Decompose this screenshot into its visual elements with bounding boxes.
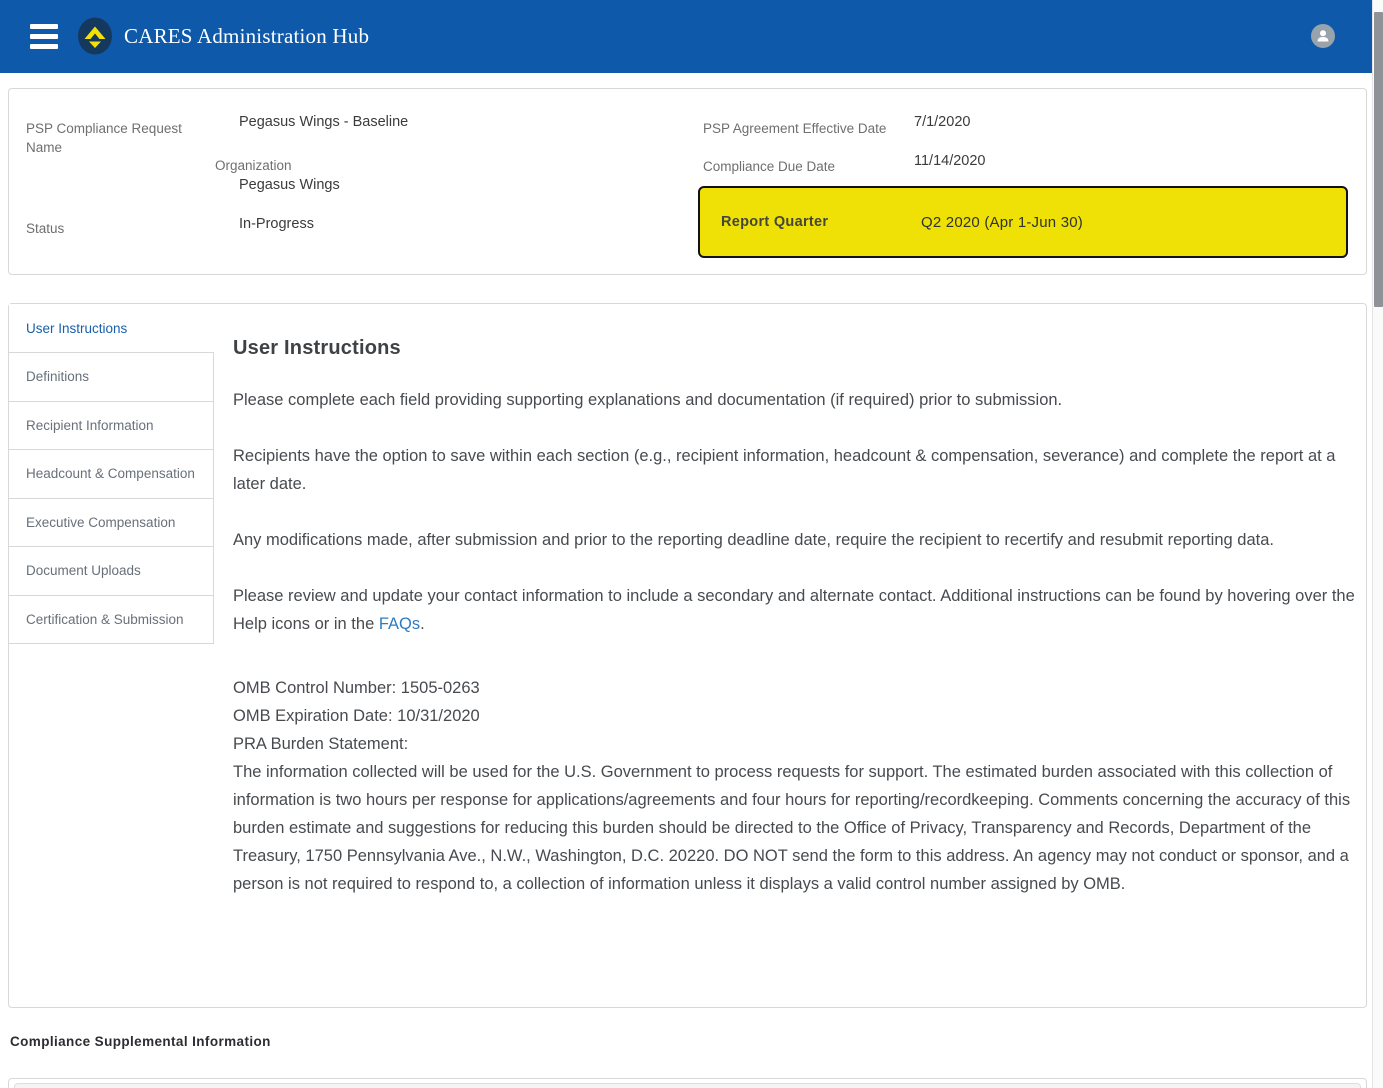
- effective-date-value: 7/1/2020: [914, 114, 970, 130]
- report-quarter-value: Q2 2020 (Apr 1-Jun 30): [921, 188, 1083, 256]
- instruction-paragraph: Any modifications made, after submission…: [233, 526, 1357, 554]
- app-header: CARES Administration Hub: [0, 0, 1383, 73]
- vertical-scrollbar-track[interactable]: [1372, 0, 1383, 1088]
- compliance-summary-panel: PSP Compliance Request Name Pegasus Wing…: [8, 88, 1367, 275]
- contact-sentence-period: .: [420, 615, 425, 633]
- faqs-link[interactable]: FAQs: [379, 615, 420, 633]
- report-quarter-highlight-box: Report Quarter Q2 2020 (Apr 1-Jun 30): [698, 186, 1348, 258]
- status-value: In-Progress: [239, 216, 314, 232]
- organization-label: Organization: [215, 156, 292, 175]
- section-tab-list: User Instructions Definitions Recipient …: [9, 304, 214, 644]
- compliance-supplemental-info-panel: [8, 1078, 1367, 1088]
- psp-request-name-label: PSP Compliance Request Name: [26, 119, 191, 157]
- due-date-label: Compliance Due Date: [703, 157, 835, 176]
- tab-document-uploads[interactable]: Document Uploads: [9, 547, 214, 596]
- user-avatar-icon[interactable]: [1311, 24, 1335, 48]
- supplemental-section-header-bar[interactable]: [14, 1083, 1361, 1088]
- vertical-scrollbar-thumb[interactable]: [1374, 12, 1383, 307]
- instruction-paragraph: Recipients have the option to save withi…: [233, 442, 1357, 498]
- status-label: Status: [26, 219, 64, 238]
- instruction-paragraph: Please complete each field providing sup…: [233, 386, 1357, 414]
- pra-burden-heading: PRA Burden Statement:: [233, 735, 408, 753]
- psp-request-name-value: Pegasus Wings - Baseline: [239, 114, 408, 130]
- tab-recipient-information[interactable]: Recipient Information: [9, 402, 214, 451]
- contact-instruction-paragraph: Please review and update your contact in…: [233, 582, 1357, 638]
- cares-logo-icon: [76, 17, 114, 55]
- app-title: CARES Administration Hub: [124, 0, 369, 73]
- content-heading: User Instructions: [233, 337, 1357, 360]
- organization-value: Pegasus Wings: [239, 177, 340, 193]
- report-sections-panel: User Instructions Definitions Recipient …: [8, 303, 1367, 1008]
- tab-executive-compensation[interactable]: Executive Compensation: [9, 499, 214, 548]
- report-quarter-label: Report Quarter: [721, 188, 828, 256]
- effective-date-label: PSP Agreement Effective Date: [703, 119, 886, 138]
- due-date-value: 11/14/2020: [914, 153, 986, 169]
- omb-pra-block: OMB Control Number: 1505-0263 OMB Expirat…: [233, 674, 1357, 898]
- tab-certification-submission[interactable]: Certification & Submission: [9, 596, 214, 645]
- tab-headcount-compensation[interactable]: Headcount & Compensation: [9, 450, 214, 499]
- omb-control-number: OMB Control Number: 1505-0263: [233, 679, 480, 697]
- tab-definitions[interactable]: Definitions: [9, 353, 214, 402]
- omb-expiration-date: OMB Expiration Date: 10/31/2020: [233, 707, 480, 725]
- hamburger-menu-icon[interactable]: [30, 24, 58, 49]
- pra-burden-statement: The information collected will be used f…: [233, 763, 1350, 893]
- tab-user-instructions[interactable]: User Instructions: [9, 304, 214, 353]
- compliance-supplemental-info-label: Compliance Supplemental Information: [10, 1034, 271, 1049]
- user-instructions-content: User Instructions Please complete each f…: [233, 304, 1357, 898]
